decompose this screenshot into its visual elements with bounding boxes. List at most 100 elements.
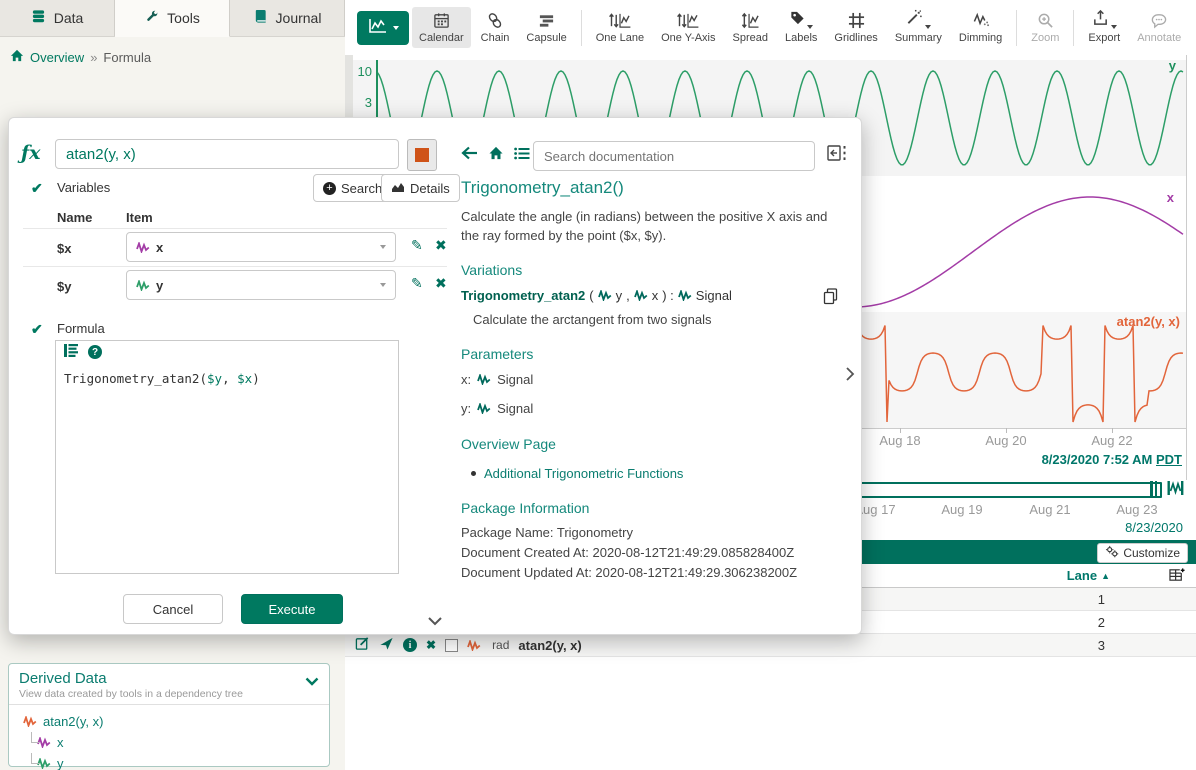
lane-label-x[interactable]: x — [1167, 190, 1174, 205]
timebar-label: Aug 21 — [1015, 502, 1085, 517]
lane-label-atan2[interactable]: atan2(y, x) — [1117, 314, 1180, 329]
formula-heading: Formula — [57, 321, 105, 336]
package-name-line: Package Name: Trigonometry — [461, 525, 633, 540]
toolbar-divider — [1016, 10, 1017, 46]
docs-home-icon[interactable] — [488, 146, 504, 163]
remove-variable-icon[interactable]: ✖ — [435, 275, 447, 292]
info-icon[interactable]: i — [403, 638, 417, 652]
plus-circle-icon: + — [323, 182, 336, 195]
range-handle[interactable] — [1150, 481, 1158, 497]
tag-icon — [789, 9, 805, 29]
x-axis-tick-label: Aug 22 — [1077, 433, 1147, 448]
lane-column-header[interactable]: Lane ▲ — [1067, 568, 1110, 583]
examples-icon[interactable] — [64, 344, 78, 360]
sort-asc-icon: ▲ — [1101, 571, 1110, 581]
tab-journal[interactable]: Journal — [230, 0, 345, 36]
toolbar-chain-button[interactable]: Chain — [474, 7, 517, 48]
next-chevron-icon[interactable] — [845, 366, 855, 385]
remove-variable-icon[interactable]: ✖ — [435, 237, 447, 254]
copy-icon[interactable] — [823, 288, 838, 308]
edit-variable-icon[interactable]: ✎ — [411, 275, 423, 292]
package-updated-line: Document Updated At: 2020-08-12T21:49:29… — [461, 565, 797, 580]
toolbar-one-y-axis-button[interactable]: One Y-Axis — [654, 7, 722, 48]
chain-icon — [487, 11, 503, 29]
toolbar-export-button[interactable]: Export — [1081, 7, 1127, 48]
auto-update-icon[interactable] — [1167, 480, 1184, 499]
lane-label-y[interactable]: y — [1169, 58, 1176, 73]
remove-icon[interactable]: ✖ — [426, 638, 436, 652]
timezone-link[interactable]: PDT — [1156, 452, 1182, 467]
details-toggle-button[interactable]: Details — [381, 174, 460, 202]
toolbar-summary-button[interactable]: Summary — [888, 7, 949, 48]
send-rocket-icon[interactable] — [379, 636, 394, 654]
toolbar-annotate-button[interactable]: Annotate — [1130, 7, 1188, 48]
docs-description: Calculate the angle (in radians) between… — [461, 208, 845, 246]
docs-nav — [461, 146, 530, 163]
toolbar-capsule-button[interactable]: Capsule — [519, 7, 573, 48]
column-header-name: Name — [57, 210, 92, 225]
execute-button[interactable]: Execute — [241, 594, 343, 624]
toolbar-labels-button[interactable]: Labels — [778, 7, 824, 48]
toolbar-calendar-button[interactable]: Calendar — [412, 7, 471, 48]
additional-trig-functions-link[interactable]: Additional Trigonometric Functions — [484, 466, 683, 481]
export-icon — [1092, 9, 1109, 29]
breadcrumb-overview-link[interactable]: Overview — [30, 50, 84, 65]
unit-of-measure: rad — [492, 638, 509, 652]
panel-tabs: Data Tools Journal — [0, 0, 345, 37]
variables-heading: Variables — [57, 180, 110, 195]
docs-search-input[interactable] — [533, 141, 815, 171]
view-selector-button[interactable] — [357, 11, 409, 45]
toolbar-divider — [581, 10, 582, 46]
tree-node-child: x — [37, 732, 329, 753]
overview-link-item: Additional Trigonometric Functions — [471, 466, 683, 481]
tab-tools[interactable]: Tools — [115, 0, 230, 37]
edit-icon[interactable] — [355, 636, 370, 654]
variable-x-item-select[interactable]: x — [126, 232, 396, 262]
help-icon[interactable]: ? — [88, 345, 102, 359]
cancel-button[interactable]: Cancel — [123, 594, 223, 624]
formula-name-input[interactable] — [55, 139, 399, 169]
toolbar-spread-button[interactable]: Spread — [726, 7, 775, 48]
toolbar-zoom-button[interactable]: Zoom — [1024, 7, 1066, 48]
trend-view-icon — [367, 17, 389, 38]
variable-y-item-select[interactable]: y — [126, 270, 396, 300]
row-checkbox[interactable] — [445, 639, 458, 652]
edit-variable-icon[interactable]: ✎ — [411, 237, 423, 254]
magnifier-icon — [1037, 11, 1054, 29]
collapse-dialog-chevron-icon[interactable] — [427, 614, 443, 629]
formula-code-editor[interactable]: Trigonometry_atan2($y, $x) — [55, 363, 399, 574]
tree-child-x-link[interactable]: x — [57, 735, 64, 750]
tree-root-link[interactable]: atan2(y, x) — [43, 714, 103, 729]
back-icon[interactable] — [461, 146, 478, 163]
function-signature: Trigonometry_atan2 ( y , x ) : Signal — [461, 288, 732, 303]
breadcrumb: Overview » Formula — [0, 37, 345, 77]
tab-data[interactable]: Data — [0, 0, 115, 36]
color-swatch-button[interactable] — [407, 139, 437, 171]
customize-button[interactable]: Customize — [1097, 543, 1188, 563]
toolbar-one-lane-button[interactable]: One Lane — [589, 7, 651, 48]
cursor-timestamp[interactable]: 8/23/2020 7:52 AM PDT — [1042, 452, 1182, 467]
details-row-3[interactable]: i ✖ rad atan2(y, x) 3 — [345, 634, 1196, 657]
wand-icon — [905, 9, 923, 29]
toolbar-gridlines-button[interactable]: Gridlines — [827, 7, 884, 48]
toolbar-divider — [1073, 10, 1074, 46]
collapse-chevron-icon[interactable] — [305, 674, 319, 689]
database-icon — [31, 9, 46, 27]
chevron-down-icon — [925, 25, 931, 29]
collapse-panel-icon[interactable] — [827, 144, 847, 165]
breadcrumb-separator: » — [90, 50, 97, 65]
tab-tools-label: Tools — [167, 10, 200, 26]
item-name[interactable]: atan2(y, x) — [518, 638, 581, 653]
seeq-workbench: Data Tools Journal Overview » Formula C — [0, 0, 1196, 770]
variable-row-x: $x x ✎ ✖ — [23, 228, 447, 267]
add-column-icon[interactable] — [1169, 567, 1186, 586]
toolbar-dimming-button[interactable]: Dimming — [952, 7, 1009, 48]
speech-bubble-icon — [1150, 11, 1168, 29]
tree-child-y-link[interactable]: y — [57, 756, 64, 770]
timebar-date[interactable]: 8/23/2020 — [1125, 520, 1183, 535]
variations-heading: Variations — [461, 262, 522, 278]
timebar-label: Aug 19 — [927, 502, 997, 517]
derived-data-header[interactable]: Derived Data View data created by tools … — [9, 664, 329, 705]
home-icon[interactable] — [10, 49, 24, 65]
index-list-icon[interactable] — [514, 147, 530, 163]
